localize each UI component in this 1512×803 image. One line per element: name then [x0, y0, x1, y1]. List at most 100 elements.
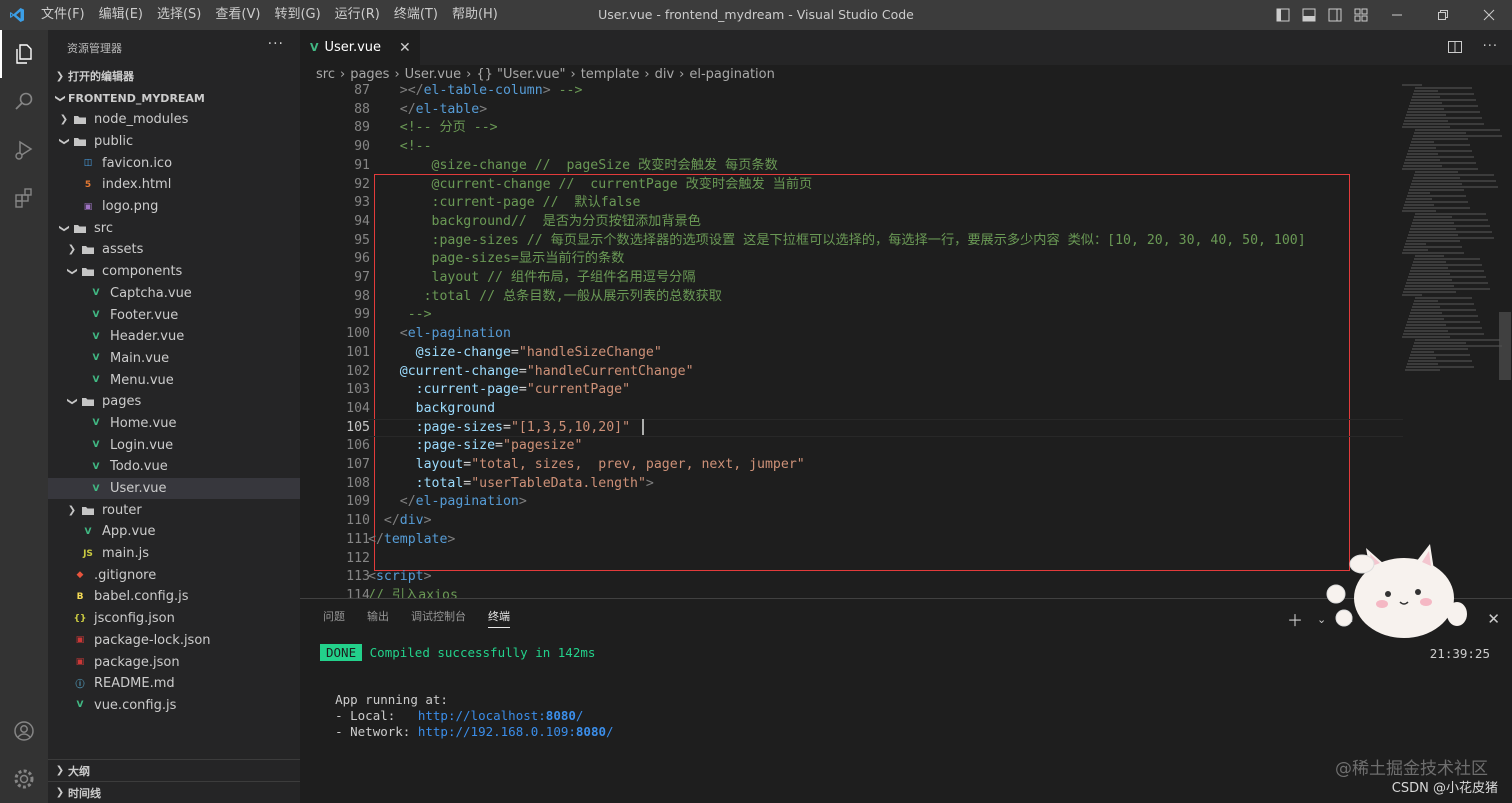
code-line[interactable]: :page-sizes // 每页显示个数选择器的选项设置 这是下拉框可以选择的… [368, 232, 1306, 251]
code-line[interactable]: <!-- 分页 --> [368, 119, 498, 138]
vscode-logo-icon[interactable] [0, 0, 34, 30]
code-line[interactable]: </template> [368, 531, 455, 550]
tree-item[interactable]: ❯ public [48, 131, 300, 153]
local-url-slash[interactable]: / [576, 708, 584, 723]
open-editors-section[interactable]: ❯ 打开的编辑器 [48, 65, 300, 87]
timeline-section[interactable]: ❯ 时间线 [48, 781, 300, 803]
code-line[interactable]: <!-- [368, 138, 432, 157]
minimize-icon[interactable] [1374, 0, 1420, 30]
breadcrumb-item[interactable]: src [316, 67, 335, 82]
new-terminal-icon[interactable]: ＋ [1287, 607, 1303, 631]
menu-item-4[interactable]: 转到(G) [267, 0, 327, 30]
close-window-icon[interactable] [1466, 0, 1512, 30]
panel-tab[interactable]: 输出 [356, 599, 400, 634]
outline-section[interactable]: ❯ 大纲 [48, 759, 300, 781]
code-line[interactable]: </div> [368, 512, 432, 531]
explorer-icon[interactable] [0, 30, 48, 78]
account-icon[interactable] [0, 707, 48, 755]
tree-item[interactable]: ❯ pages [48, 391, 300, 413]
local-port[interactable]: 8080 [546, 708, 576, 723]
tree-item[interactable]: ❯ src [48, 217, 300, 239]
code-line[interactable]: @size-change // pageSize 改变时会触发 每页条数 [368, 157, 778, 176]
code-line[interactable]: background// 是否为分页按钮添加背景色 [368, 213, 701, 232]
tree-item[interactable]: V Header.vue [48, 326, 300, 348]
tree-item[interactable]: Vvue.config.js [48, 695, 300, 717]
menu-item-6[interactable]: 终端(T) [387, 0, 445, 30]
code-line[interactable]: :current-page // 默认false [368, 194, 641, 213]
code-line[interactable]: :page-sizes="[1,3,5,10,20]" [368, 418, 645, 438]
tree-item[interactable]: V Captcha.vue [48, 283, 300, 305]
network-port[interactable]: 8080 [576, 724, 606, 739]
tree-item[interactable]: V Home.vue [48, 413, 300, 435]
code-line[interactable]: layout // 组件布局，子组件名用逗号分隔 [368, 269, 696, 288]
tree-item[interactable]: ❯ router [48, 499, 300, 521]
search-icon[interactable] [0, 78, 48, 126]
customize-layout-icon[interactable] [1348, 0, 1374, 30]
code-line[interactable]: page-sizes=显示当前行的条数 [368, 250, 625, 269]
tree-item[interactable]: ▣ package-lock.json [48, 630, 300, 652]
tree-item[interactable]: V Todo.vue [48, 456, 300, 478]
code-line[interactable]: // 引入axios [368, 587, 458, 598]
tree-item[interactable]: JS main.js [48, 543, 300, 565]
panel-tab[interactable]: 调试控制台 [400, 599, 477, 634]
project-section[interactable]: ❯ FRONTEND_MYDREAM [48, 87, 300, 109]
code-line[interactable]: </el-pagination> [368, 493, 527, 512]
code-line[interactable]: background [368, 400, 495, 419]
breadcrumb-item[interactable]: template [581, 67, 640, 82]
scrollbar-thumb[interactable] [1499, 312, 1511, 380]
close-panel-icon[interactable]: ✕ [1487, 610, 1500, 628]
extensions-icon[interactable] [0, 174, 48, 222]
code-line[interactable]: <script> [368, 568, 432, 587]
breadcrumb-item[interactable]: pages [350, 67, 389, 82]
code-line[interactable]: --> [368, 306, 432, 325]
menu-item-7[interactable]: 帮助(H) [445, 0, 505, 30]
toggle-secondary-sidebar-icon[interactable] [1322, 0, 1348, 30]
tree-item[interactable]: {} jsconfig.json [48, 608, 300, 630]
more-actions-icon[interactable]: ··· [268, 36, 284, 52]
menu-item-1[interactable]: 编辑(E) [92, 0, 150, 30]
network-url-link[interactable]: http://192.168.0.109: [418, 724, 576, 739]
code-line[interactable]: ></el-table-column> --> [368, 84, 583, 101]
tree-item[interactable]: 5 index.html [48, 174, 300, 196]
code-line[interactable]: :page-size="pagesize" [368, 437, 583, 456]
code-line[interactable]: <el-pagination [368, 325, 511, 344]
breadcrumb-item[interactable]: el-pagination [689, 67, 775, 82]
toggle-panel-icon[interactable] [1296, 0, 1322, 30]
tree-item[interactable]: V Menu.vue [48, 369, 300, 391]
tree-item[interactable]: Bbabel.config.js [48, 586, 300, 608]
code-line[interactable]: @current-change="handleCurrentChange" [368, 363, 694, 382]
menu-item-2[interactable]: 选择(S) [150, 0, 208, 30]
code-line[interactable]: @current-change // currentPage 改变时会触发 当前… [368, 176, 813, 195]
tree-item[interactable]: ▣ logo.png [48, 196, 300, 218]
tree-item[interactable]: ◫ favicon.ico [48, 152, 300, 174]
tree-item[interactable]: ⓘ README.md [48, 673, 300, 695]
breadcrumb-item[interactable]: {} "User.vue" [476, 67, 565, 82]
tree-item[interactable]: V Login.vue [48, 434, 300, 456]
toggle-primary-sidebar-icon[interactable] [1270, 0, 1296, 30]
menu-item-5[interactable]: 运行(R) [328, 0, 387, 30]
code-editor[interactable]: 87 ></el-table-column> --> 88 </el-table>… [300, 84, 1512, 598]
tree-item[interactable]: ❯ components [48, 261, 300, 283]
tree-item[interactable]: V User.vue [48, 477, 300, 500]
menu-item-0[interactable]: 文件(F) [34, 0, 92, 30]
tree-item[interactable]: ▣ package.json [48, 651, 300, 673]
tab-user-vue[interactable]: V User.vue ✕ [300, 30, 420, 65]
breadcrumb-item[interactable]: div [655, 67, 675, 82]
editor-scrollbar[interactable] [1498, 84, 1512, 598]
tree-item[interactable]: V App.vue [48, 521, 300, 543]
code-line[interactable]: layout="total, sizes, prev, pager, next,… [368, 456, 805, 475]
local-url-link[interactable]: http://localhost: [418, 708, 546, 723]
restore-icon[interactable] [1420, 0, 1466, 30]
minimap[interactable] [1402, 84, 1502, 374]
tree-item[interactable]: V Main.vue [48, 348, 300, 370]
panel-tab[interactable]: 终端 [477, 599, 521, 634]
panel-tab[interactable]: 问题 [312, 599, 356, 634]
run-debug-icon[interactable] [0, 126, 48, 174]
close-tab-icon[interactable]: ✕ [399, 40, 411, 56]
tree-item[interactable]: ◆ .gitignore [48, 564, 300, 586]
code-line[interactable]: :total="userTableData.length"> [368, 475, 654, 494]
more-actions-icon[interactable]: ··· [1483, 39, 1498, 59]
code-line[interactable]: </el-table> [368, 101, 487, 120]
tree-item[interactable]: V Footer.vue [48, 304, 300, 326]
settings-gear-icon[interactable] [0, 755, 48, 803]
